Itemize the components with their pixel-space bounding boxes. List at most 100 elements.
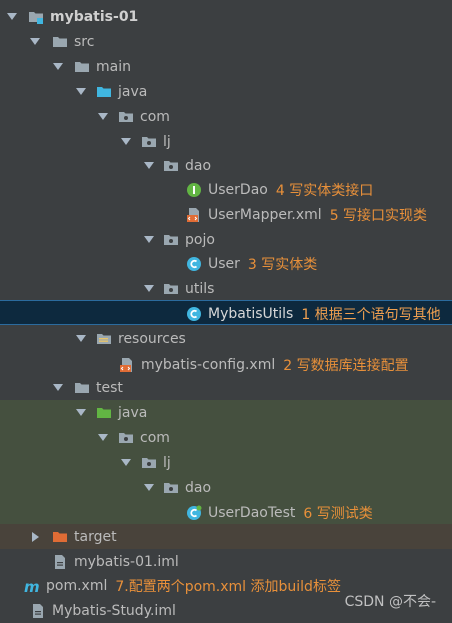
annotation-note: 4 写实体类接口 [275, 182, 374, 199]
tree-row-mybatis-01[interactable]: mybatis-01 [0, 4, 452, 29]
xml-file-icon [119, 357, 135, 373]
folder-icon [74, 59, 90, 75]
tree-node-mybatis-config[interactable]: mybatis-config.xml 2 写数据库连接配置 [119, 352, 409, 377]
tree-node-dao-test[interactable]: dao [163, 475, 211, 500]
tree-node-resources[interactable]: resources [96, 326, 186, 351]
tree-row-dao-main[interactable]: dao [0, 153, 452, 178]
tree-node-pojo[interactable]: pojo [163, 227, 215, 252]
tree-node-mybatis-01[interactable]: mybatis-01 [28, 4, 138, 29]
expand-arrow-down-icon[interactable] [75, 400, 87, 425]
tree-row-com-main[interactable]: com [0, 104, 452, 129]
tree-node-label: com [140, 108, 170, 125]
expand-arrow-down-icon[interactable] [120, 450, 132, 475]
tree-node-user[interactable]: User 3 写实体类 [186, 251, 317, 276]
tree-row-test[interactable]: test [0, 375, 452, 400]
tree-node-com-test[interactable]: com [118, 425, 170, 450]
tree-row-java-main[interactable]: java [0, 79, 452, 104]
tree-node-lj-test[interactable]: lj [141, 450, 171, 475]
tree-row-java-test[interactable]: java [0, 400, 452, 425]
expand-arrow-down-icon[interactable] [143, 475, 155, 500]
expand-arrow-down-icon[interactable] [97, 104, 109, 129]
tree-node-src[interactable]: src [52, 29, 94, 54]
package-icon [163, 158, 179, 174]
folder-icon [74, 380, 90, 396]
tree-row-mybatisutils[interactable]: MybatisUtils 1 根据三个语句写其他 [0, 300, 452, 325]
test-source-folder-icon [96, 405, 112, 421]
tree-node-label: User [208, 255, 240, 272]
tree-node-com-main[interactable]: com [118, 104, 170, 129]
tree-row-pojo[interactable]: pojo [0, 227, 452, 252]
tree-node-label: target [74, 528, 117, 545]
tree-node-dao-main[interactable]: dao [163, 153, 211, 178]
interface-icon [186, 182, 202, 198]
class-icon [186, 256, 202, 272]
tree-node-target[interactable]: target [52, 524, 117, 549]
tree-node-label: dao [185, 479, 212, 496]
svg-text:m: m [24, 578, 40, 594]
expand-arrow-down-icon[interactable] [97, 425, 109, 450]
tree-row-target[interactable]: target [0, 524, 452, 549]
expand-arrow-down-icon[interactable] [6, 4, 18, 29]
annotation-note: 6 写测试类 [303, 505, 373, 522]
tree-node-test[interactable]: test [74, 375, 123, 400]
excluded-folder-icon [52, 529, 68, 545]
tree-node-java-test[interactable]: java [96, 400, 147, 425]
tree-node-label: com [140, 429, 170, 446]
resources-folder-icon [96, 331, 112, 347]
tree-row-lj-main[interactable]: lj [0, 129, 452, 154]
expand-arrow-down-icon[interactable] [29, 29, 41, 54]
tree-node-usermapper[interactable]: UserMapper.xml 5 写接口实现类 [186, 202, 427, 227]
tree-node-userdaotest[interactable]: UserDaoTest 6 写测试类 [186, 500, 373, 525]
tree-row-userdao[interactable]: UserDao 4 写实体类接口 [0, 177, 452, 202]
annotation-note: 1 根据三个语句写其他 [301, 306, 441, 323]
tree-node-mybatis-iml[interactable]: mybatis-01.iml [52, 549, 179, 574]
tree-row-userdaotest[interactable]: UserDaoTest 6 写测试类 [0, 500, 452, 525]
expand-arrow-down-icon[interactable] [75, 326, 87, 351]
tree-row-com-test[interactable]: com [0, 425, 452, 450]
tree-node-java-main[interactable]: java [96, 79, 147, 104]
tree-row-main[interactable]: main [0, 54, 452, 79]
expand-arrow-down-icon[interactable] [143, 153, 155, 178]
tree-node-label: lj [163, 133, 171, 150]
tree-node-mybatisutils[interactable]: MybatisUtils 1 根据三个语句写其他 [186, 301, 441, 326]
tree-row-user[interactable]: User 3 写实体类 [0, 251, 452, 276]
tree-node-label: mybatis-01.iml [74, 553, 179, 570]
tree-node-label: mybatis-01 [50, 8, 139, 25]
tree-node-label: test [96, 379, 123, 396]
expand-arrow-down-icon[interactable] [75, 79, 87, 104]
tree-node-main[interactable]: main [74, 54, 131, 79]
tree-node-label: resources [118, 330, 186, 347]
expand-arrow-down-icon[interactable] [52, 375, 64, 400]
expand-arrow-down-icon[interactable] [120, 129, 132, 154]
tree-node-label: main [96, 58, 131, 75]
tree-node-label: pojo [185, 231, 215, 248]
tree-row-lj-test[interactable]: lj [0, 450, 452, 475]
module-folder-icon [28, 9, 44, 25]
tree-node-lj-main[interactable]: lj [141, 129, 171, 154]
tree-node-userdao[interactable]: UserDao 4 写实体类接口 [186, 177, 373, 202]
tree-row-src[interactable]: src [0, 29, 452, 54]
folder-icon [52, 34, 68, 50]
annotation-note: 7.配置两个pom.xml 添加build标签 [115, 578, 341, 595]
tree-row-mybatis-iml[interactable]: mybatis-01.iml [0, 549, 452, 574]
tree-node-study-iml[interactable]: Mybatis-Study.iml [30, 598, 176, 623]
package-icon [163, 281, 179, 297]
tree-node-label: java [118, 404, 148, 421]
expand-arrow-down-icon[interactable] [52, 54, 64, 79]
project-tree: mybatis-01 src main java com lj dao UserDao 4 写实… [0, 0, 452, 619]
tree-row-dao-test[interactable]: dao [0, 475, 452, 500]
tree-row-utils[interactable]: utils [0, 276, 452, 301]
tree-row-resources[interactable]: resources [0, 326, 452, 351]
tree-row-mybatis-config[interactable]: mybatis-config.xml 2 写数据库连接配置 [0, 352, 452, 377]
tree-node-label: lj [163, 454, 171, 471]
tree-node-label: MybatisUtils [208, 305, 294, 322]
tree-node-pom[interactable]: m pom.xml 7.配置两个pom.xml 添加build标签 [24, 573, 341, 598]
tree-row-usermapper[interactable]: UserMapper.xml 5 写接口实现类 [0, 202, 452, 227]
tree-node-label: utils [185, 280, 215, 297]
tree-node-utils[interactable]: utils [163, 276, 214, 301]
expand-arrow-down-icon[interactable] [143, 227, 155, 252]
expand-arrow-down-icon[interactable] [143, 276, 155, 301]
collapse-arrow-right-icon[interactable] [29, 524, 41, 549]
tree-node-label: mybatis-config.xml [141, 356, 276, 373]
class-icon [186, 306, 202, 322]
